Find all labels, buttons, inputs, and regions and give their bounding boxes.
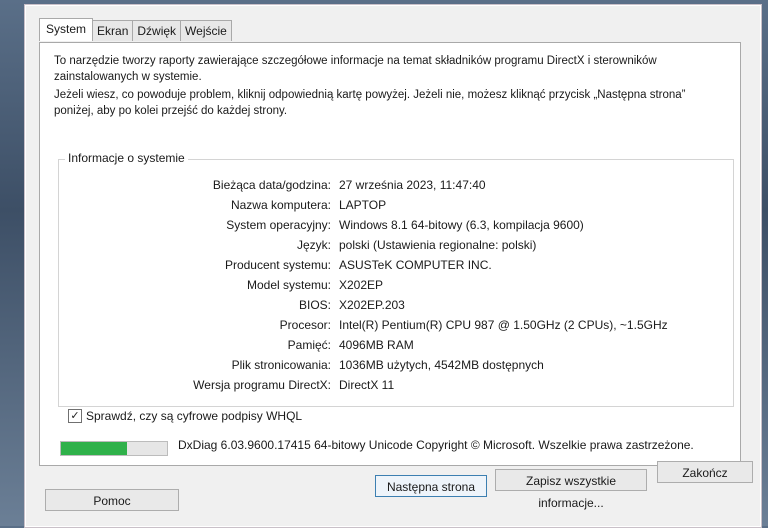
info-label: Język: [296, 238, 331, 252]
info-row-manufacturer: Producent systemu: ASUSTeK COMPUTER INC. [59, 258, 733, 276]
intro-paragraph-1: To narzędzie tworzy raporty zawierające … [54, 55, 657, 83]
system-tab-panel: To narzędzie tworzy raporty zawierające … [39, 42, 741, 466]
dxdiag-version-info: DxDiag 6.03.9600.17415 64-bitowy Unicode… [178, 438, 694, 452]
intro-paragraph-2: Jeżeli wiesz, co powoduje problem, klikn… [54, 89, 686, 117]
tab-strip: System Ekran Dźwięk Wejście [39, 18, 232, 41]
info-label: Bieżąca data/godzina: [212, 178, 331, 192]
info-value: polski (Ustawienia regionalne: polski) [339, 238, 537, 252]
info-row-processor: Procesor: Intel(R) Pentium(R) CPU 987 @ … [59, 318, 733, 336]
info-label: Plik stronicowania: [231, 358, 331, 372]
info-value: 27 września 2023, 11:47:40 [339, 178, 486, 192]
info-value: Windows 8.1 64-bitowy (6.3, kompilacja 9… [339, 218, 584, 232]
next-page-button[interactable]: Następna strona [375, 475, 487, 497]
info-value: LAPTOP [339, 198, 387, 212]
whql-label[interactable]: Sprawdź, czy są cyfrowe podpisy WHQL [86, 409, 302, 423]
progress-fill [61, 442, 127, 455]
info-label: Procesor: [279, 318, 331, 332]
info-value: ASUSTeK COMPUTER INC. [339, 258, 492, 272]
tab-system[interactable]: System [39, 18, 94, 41]
dxdiag-window: System Ekran Dźwięk Wejście To narzędzie… [24, 4, 762, 528]
info-label: Wersja programu DirectX: [193, 378, 331, 392]
info-label: BIOS: [298, 298, 331, 312]
info-row-bios: BIOS: X202EP.203 [59, 298, 733, 316]
tab-display[interactable]: Ekran [92, 20, 134, 41]
info-value: X202EP [339, 278, 384, 292]
info-row-os: System operacyjny: Windows 8.1 64-bitowy… [59, 218, 733, 236]
info-value: 1036MB użytych, 4542MB dostępnych [339, 358, 544, 372]
info-value: DirectX 11 [339, 378, 395, 392]
info-value: Intel(R) Pentium(R) CPU 987 @ 1.50GHz (2… [339, 318, 668, 332]
info-label: Nazwa komputera: [230, 198, 331, 212]
info-label: System operacyjny: [226, 218, 331, 232]
system-info-title: Informacje o systemie [65, 151, 188, 165]
system-info-group: Informacje o systemie Bieżąca data/godzi… [58, 151, 734, 407]
info-row-language: Język: polski (Ustawienia regionalne: po… [59, 238, 733, 256]
info-value: X202EP.203 [339, 298, 405, 312]
whql-checkbox-row[interactable]: ✓ Sprawdź, czy są cyfrowe podpisy WHQL [68, 409, 302, 423]
whql-checkbox[interactable]: ✓ [68, 409, 82, 423]
info-row-model: Model systemu: X202EP [59, 278, 733, 296]
progress-bar [60, 441, 168, 456]
info-label: Producent systemu: [224, 258, 331, 272]
info-row-memory: Pamięć: 4096MB RAM [59, 338, 733, 356]
help-button[interactable]: Pomoc [45, 489, 179, 511]
tab-input[interactable]: Wejście [180, 20, 232, 41]
info-label: Model systemu: [246, 278, 331, 292]
tab-sound[interactable]: Dźwięk [132, 20, 182, 41]
info-label: Pamięć: [287, 338, 331, 352]
save-all-info-button[interactable]: Zapisz wszystkie informacje... [495, 469, 647, 510]
info-value: 4096MB RAM [339, 338, 414, 352]
info-row-datetime: Bieżąca data/godzina: 27 września 2023, … [59, 178, 733, 196]
info-row-directx: Wersja programu DirectX: DirectX 11 [59, 378, 733, 396]
info-row-computer-name: Nazwa komputera: LAPTOP [59, 198, 733, 216]
exit-button[interactable]: Zakończ [657, 461, 753, 483]
info-row-pagefile: Plik stronicowania: 1036MB użytych, 4542… [59, 358, 733, 376]
